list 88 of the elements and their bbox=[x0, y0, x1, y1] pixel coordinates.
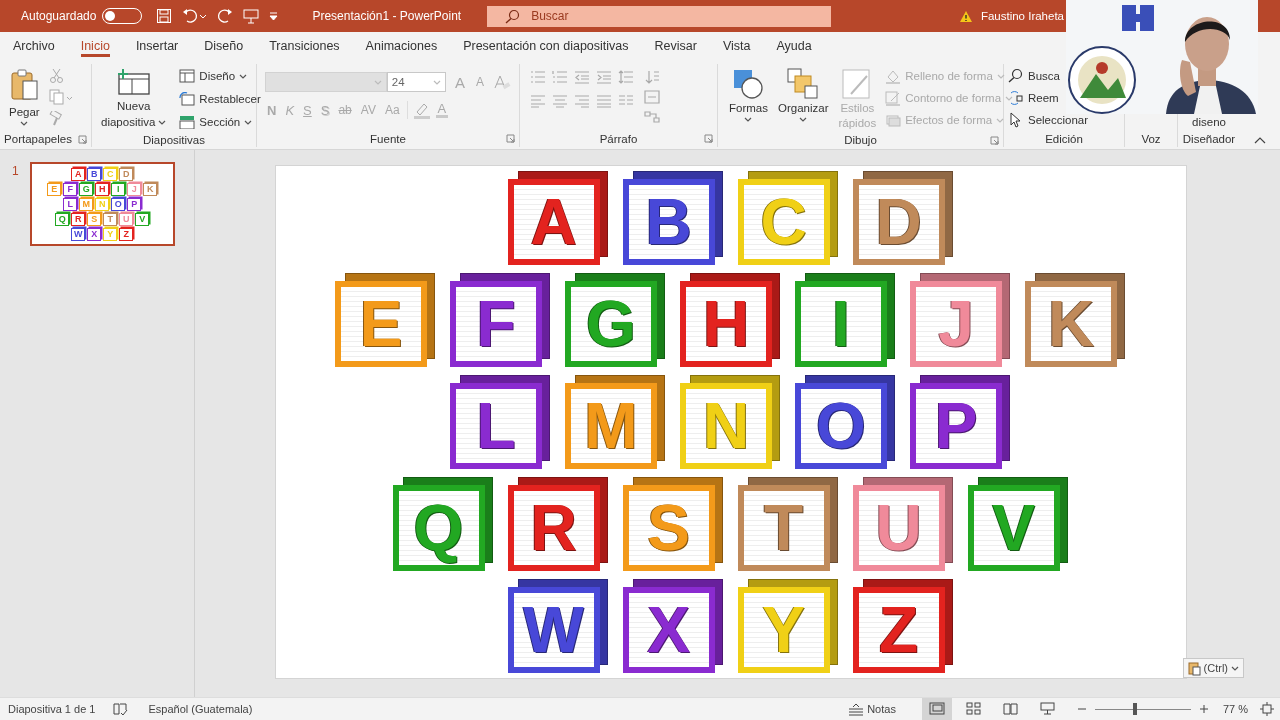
layout-icon bbox=[179, 69, 196, 83]
search-icon[interactable] bbox=[505, 8, 521, 24]
quick-styles-button: Estilos rápidos bbox=[835, 66, 880, 133]
normal-view-icon bbox=[928, 702, 945, 716]
group-label: Fuente bbox=[370, 133, 406, 145]
search-field[interactable]: Buscar bbox=[487, 5, 832, 27]
fill-button: Relleno de forma bbox=[883, 66, 1007, 86]
reset-icon bbox=[179, 92, 196, 106]
dialog-launcher-icon[interactable] bbox=[77, 134, 87, 144]
find-button[interactable]: Busca bbox=[1006, 66, 1062, 86]
select-button[interactable]: Seleccionar bbox=[1006, 110, 1091, 130]
section-icon bbox=[179, 115, 196, 129]
ribbon-tab[interactable]: Ayuda bbox=[763, 32, 825, 60]
view-button[interactable] bbox=[921, 697, 952, 720]
caret-icon[interactable] bbox=[20, 121, 29, 126]
cut-icon[interactable] bbox=[48, 68, 64, 83]
redo-icon[interactable] bbox=[217, 8, 234, 24]
clear-format-icon[interactable] bbox=[493, 74, 511, 90]
format-painter-icon[interactable] bbox=[48, 111, 64, 126]
slide-count: Diapositiva 1 de 1 bbox=[8, 703, 96, 715]
copy-icon[interactable] bbox=[48, 89, 73, 105]
clipboard-icon bbox=[1187, 660, 1201, 676]
fit-slide-icon[interactable] bbox=[1260, 702, 1274, 716]
reset-button[interactable]: Restablecer bbox=[177, 89, 263, 109]
warning-icon bbox=[958, 9, 973, 23]
notes-icon bbox=[848, 702, 865, 716]
arrange-button[interactable]: Organizar bbox=[775, 66, 832, 133]
effects-button: Efectos de forma bbox=[883, 110, 1007, 130]
book-icon bbox=[1002, 702, 1019, 716]
ribbon-tab[interactable]: Diseño bbox=[191, 32, 257, 60]
spelling-icon[interactable] bbox=[113, 702, 129, 716]
zoom-out-icon[interactable] bbox=[1076, 705, 1087, 713]
group-label: Edición bbox=[1045, 133, 1083, 145]
caret-icon[interactable] bbox=[244, 119, 253, 125]
dialog-launcher-icon[interactable] bbox=[990, 136, 999, 145]
dialog-launcher-icon[interactable] bbox=[506, 134, 515, 143]
grid-view-icon bbox=[965, 702, 982, 716]
paste-options-button[interactable]: (Ctrl) bbox=[1182, 658, 1244, 678]
caret-icon[interactable] bbox=[799, 117, 808, 122]
autosave-label: Autoguardado bbox=[21, 9, 97, 23]
layout-button[interactable]: Diseño bbox=[177, 66, 250, 86]
slide-thumbnail[interactable]: A B C D E F G H I J K L M N O P Q R S T U V W X Y Z bbox=[29, 162, 175, 246]
group-label: Voz bbox=[1141, 133, 1161, 145]
section-button[interactable]: Sección bbox=[177, 112, 255, 132]
ribbon-tab[interactable]: Insertar bbox=[122, 32, 192, 60]
group-label: Diseñador bbox=[1182, 133, 1236, 145]
group-label: Diapositivas bbox=[143, 133, 205, 146]
group-label: Portapapeles bbox=[4, 133, 72, 145]
ribbon-tab[interactable]: Vista bbox=[709, 32, 764, 60]
group-label: Dibujo bbox=[844, 134, 877, 146]
arrange-icon[interactable] bbox=[787, 68, 820, 100]
outline-button: Contorno de forma bbox=[883, 88, 1016, 108]
new-slide-button[interactable]: Nueva diapositiva bbox=[98, 66, 170, 132]
ribbon-tab[interactable]: Presentación con diapositivas bbox=[450, 32, 642, 60]
shapes-icon[interactable] bbox=[732, 68, 765, 100]
customize-icon[interactable] bbox=[269, 11, 279, 21]
presentation-icon bbox=[1039, 702, 1056, 716]
window-title: Presentación1 - PowerPoint bbox=[312, 9, 462, 23]
save-icon[interactable] bbox=[156, 8, 173, 24]
effects-icon bbox=[885, 112, 902, 128]
zoom-level[interactable]: 77 % bbox=[1222, 703, 1248, 715]
fill-icon bbox=[885, 68, 902, 84]
ribbon-tab[interactable]: Revisar bbox=[641, 32, 710, 60]
group-label: Párrafo bbox=[599, 133, 638, 145]
caret-icon[interactable] bbox=[1231, 665, 1239, 671]
presentation-icon[interactable] bbox=[243, 8, 260, 24]
design-ideas-button[interactable]: diseno bbox=[1190, 115, 1228, 129]
ribbon-tab[interactable]: Archivo bbox=[0, 32, 68, 60]
ribbon-tab[interactable]: Animaciones bbox=[352, 32, 451, 60]
undo-icon[interactable] bbox=[182, 8, 208, 24]
caret-icon[interactable] bbox=[744, 117, 753, 122]
zoom-in-icon[interactable] bbox=[1198, 704, 1209, 714]
slide-number: 1 bbox=[12, 164, 19, 178]
highlight-icon[interactable] bbox=[412, 101, 431, 119]
caret-icon[interactable] bbox=[158, 120, 167, 125]
outline-icon bbox=[885, 90, 902, 106]
notes-button[interactable]: Notas bbox=[842, 701, 902, 717]
search-icon bbox=[1008, 68, 1024, 84]
ribbon-tab[interactable]: Transiciones bbox=[256, 32, 353, 60]
caret-icon[interactable] bbox=[239, 73, 248, 79]
language-button[interactable]: Español (Guatemala) bbox=[142, 702, 259, 716]
paste-button[interactable]: Pegar bbox=[6, 66, 43, 131]
shapes-button[interactable]: Formas bbox=[726, 66, 771, 133]
slider-thumb[interactable] bbox=[1133, 703, 1138, 715]
user-name[interactable]: Faustino Iraheta bbox=[980, 10, 1064, 22]
clipboard-icon[interactable] bbox=[9, 68, 40, 100]
replace-icon bbox=[1008, 90, 1024, 106]
collapse-ribbon-icon[interactable] bbox=[1254, 136, 1266, 145]
